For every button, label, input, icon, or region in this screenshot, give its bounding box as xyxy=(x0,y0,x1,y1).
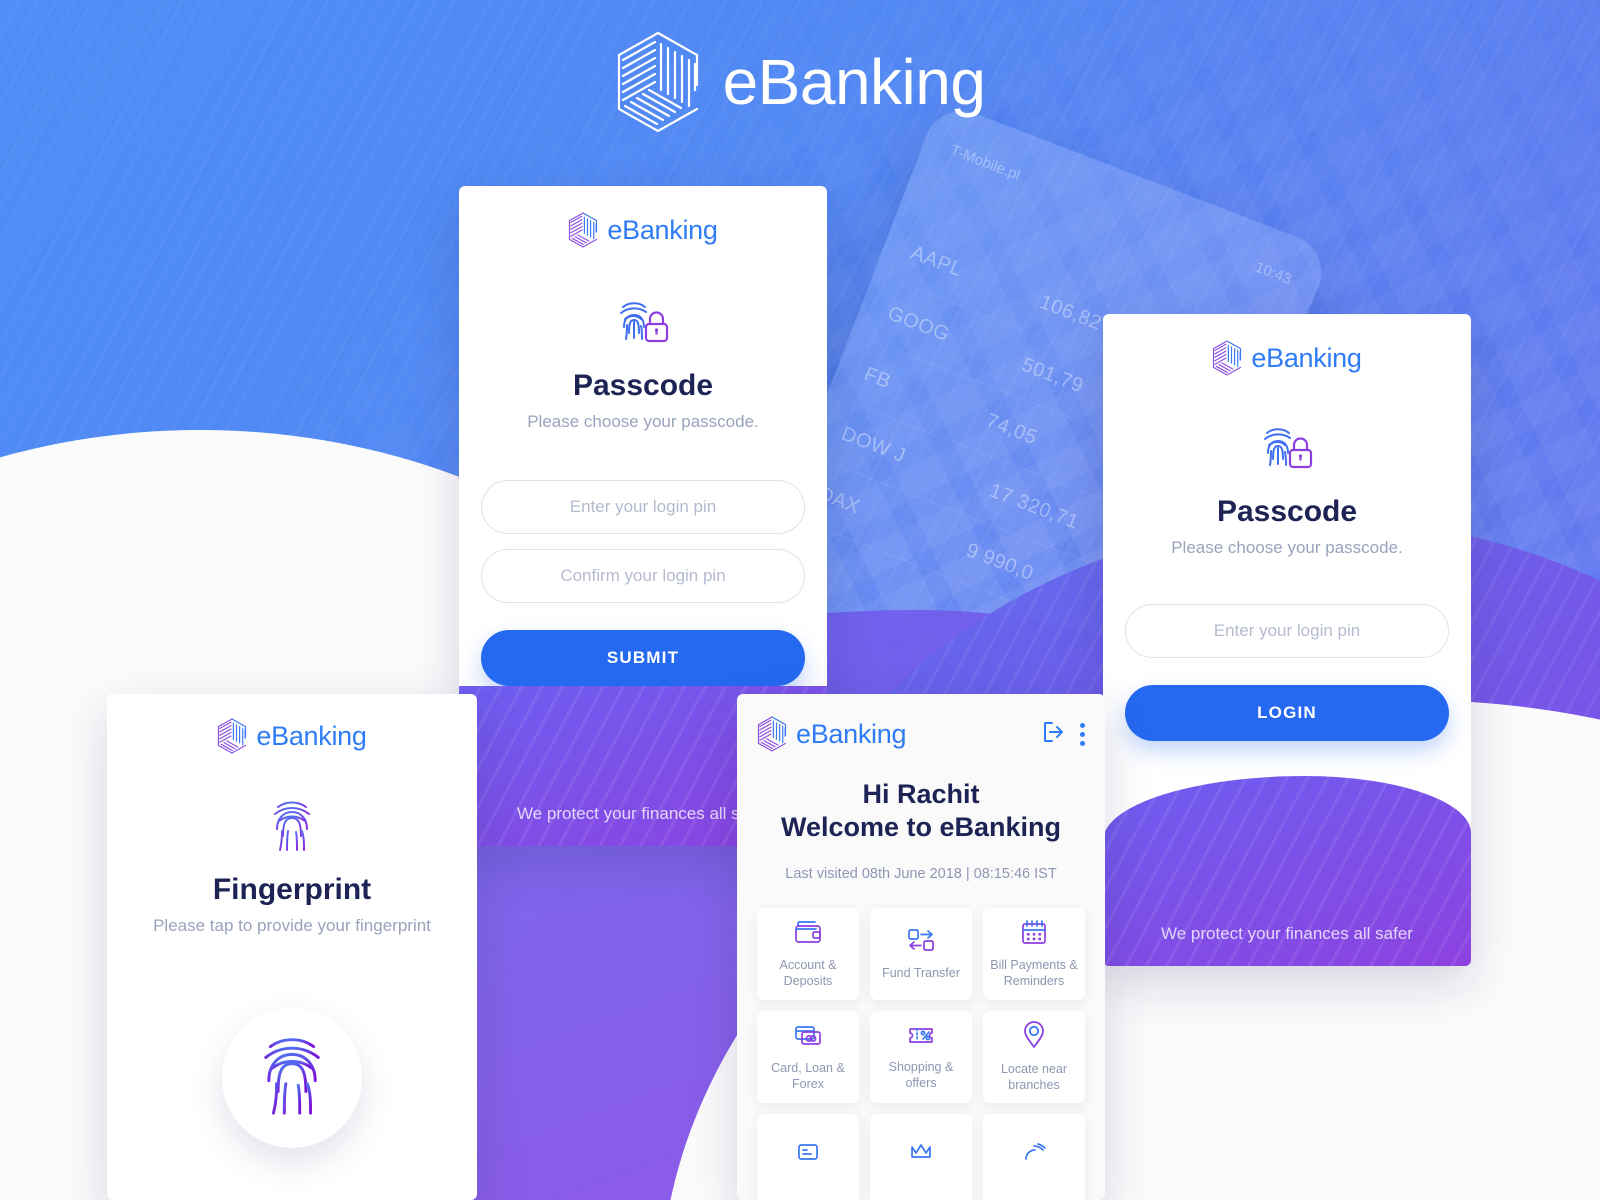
ticker-price: 9 990,0 xyxy=(963,539,1037,585)
fingerprint-scan-icon xyxy=(258,1032,326,1125)
transfer-arrows-icon xyxy=(906,926,936,959)
tile-shopping-offers[interactable]: Shopping & offers xyxy=(870,1010,972,1103)
carrier-label: T-Mobile.pl xyxy=(947,141,1023,184)
page-title: Passcode xyxy=(1216,495,1358,528)
tile-label: Shopping & offers xyxy=(888,1060,954,1090)
greeting-line-2: Welcome to eBanking xyxy=(780,811,1062,842)
login-card: eBanking Passcode Please choose your pas… xyxy=(1103,314,1471,966)
discount-coupon-icon xyxy=(906,1022,936,1053)
tile-label: Bill Payments & Reminders xyxy=(990,958,1078,988)
card-logo: eBanking xyxy=(1103,340,1471,376)
login-pin-input[interactable] xyxy=(481,480,805,534)
tile-rewards[interactable] xyxy=(870,1113,972,1200)
wallet-icon xyxy=(793,918,823,951)
tile-label: Locate near branches xyxy=(1000,1062,1068,1092)
tile-locate-branches[interactable]: Locate near branches xyxy=(983,1010,1085,1103)
last-visited-text: Last visited 08th June 2018 | 08:15:46 I… xyxy=(785,865,1057,882)
logout-icon[interactable] xyxy=(1040,719,1066,750)
login-pin-input[interactable] xyxy=(1125,604,1449,658)
card-logo-wordmark: eBanking xyxy=(256,720,367,751)
fingerprint-lock-icon xyxy=(459,294,827,353)
fingerprint-scan-button[interactable] xyxy=(222,1008,362,1148)
tile-card-loan-forex[interactable]: Card, Loan & Forex xyxy=(757,1010,859,1103)
contactless-icon xyxy=(1020,1141,1048,1172)
app-header: eBanking xyxy=(0,30,1600,134)
credit-cards-icon xyxy=(793,1021,823,1054)
location-pin-icon xyxy=(1021,1020,1047,1055)
ebanking-hexagon-logo-icon xyxy=(615,30,701,134)
ticker-price: 17 320,71 xyxy=(986,479,1082,534)
card-logo: eBanking xyxy=(107,718,477,754)
fingerprint-icon xyxy=(107,798,477,859)
login-button[interactable]: LOGIN xyxy=(1125,685,1449,741)
card-logo-wordmark: eBanking xyxy=(607,214,718,245)
card-footer-text: We protect your finances all safer xyxy=(1161,924,1413,943)
card-logo-wordmark: eBanking xyxy=(1251,342,1362,373)
page-subtitle: Please choose your passcode. xyxy=(1171,538,1403,557)
ticker-symbol: FB xyxy=(861,362,895,393)
page-title: Fingerprint xyxy=(212,873,372,906)
dashboard-header: eBanking xyxy=(737,694,1105,752)
dashboard-card: eBanking Hi Rachit Welcome to eBanking L… xyxy=(737,694,1105,1200)
kebab-menu-icon[interactable] xyxy=(1080,722,1085,746)
app-screenshot: T-Mobile.pl 10:43 AAPL 106,82 626,5B GOO… xyxy=(0,0,1600,1200)
card-logo-wordmark: eBanking xyxy=(796,718,907,749)
fingerprint-card: eBanking Fingerprint Please tap to provi… xyxy=(107,694,477,1200)
tile-statement[interactable] xyxy=(757,1113,859,1200)
calendar-icon xyxy=(1020,918,1048,951)
ticker-symbol: AAPL xyxy=(908,241,966,281)
card-footer-text: We protect your finances all safer xyxy=(517,804,769,823)
tile-fund-transfer[interactable]: Fund Transfer xyxy=(870,907,972,1000)
ticker-symbol: DOW J xyxy=(838,422,909,468)
clock-label: 10:43 xyxy=(1252,258,1294,289)
ticker-price: 106,82 xyxy=(1036,290,1105,335)
crown-icon xyxy=(908,1141,934,1172)
confirm-pin-input[interactable] xyxy=(481,549,805,603)
tile-label: Account & Deposits xyxy=(779,958,837,988)
ticker-price: 74,05 xyxy=(983,409,1041,449)
ticker-price: 501,79 xyxy=(1018,353,1087,397)
tile-bill-payments[interactable]: Bill Payments & Reminders xyxy=(983,907,1085,1000)
card-logo: eBanking xyxy=(459,212,827,248)
tile-account-deposits[interactable]: Account & Deposits xyxy=(757,907,859,1000)
statement-icon xyxy=(794,1141,822,1172)
quick-action-grid: Account & Deposits Fund Transfer Bill Pa… xyxy=(737,882,1105,1200)
ebanking-hexagon-logo-icon xyxy=(568,212,598,248)
page-title: Passcode xyxy=(572,369,714,402)
tile-contactless[interactable] xyxy=(983,1113,1085,1200)
ebanking-hexagon-logo-icon xyxy=(217,718,247,754)
page-subtitle: Please tap to provide your fingerprint xyxy=(153,916,431,935)
app-title: eBanking xyxy=(722,46,986,118)
submit-button[interactable]: SUBMIT xyxy=(481,630,805,686)
ebanking-hexagon-logo-icon xyxy=(757,716,787,752)
card-footer: We protect your finances all safer xyxy=(1103,776,1471,966)
page-subtitle: Please choose your passcode. xyxy=(527,412,759,431)
ticker-symbol: GOOG xyxy=(884,301,953,346)
fingerprint-lock-icon xyxy=(1103,420,1471,479)
tile-label: Fund Transfer xyxy=(882,966,960,981)
ebanking-hexagon-logo-icon xyxy=(1212,340,1242,376)
card-logo: eBanking xyxy=(757,716,907,752)
tile-label: Card, Loan & Forex xyxy=(771,1061,845,1091)
greeting-line-1: Hi Rachit xyxy=(862,779,980,809)
greeting: Hi Rachit Welcome to eBanking xyxy=(737,778,1105,844)
